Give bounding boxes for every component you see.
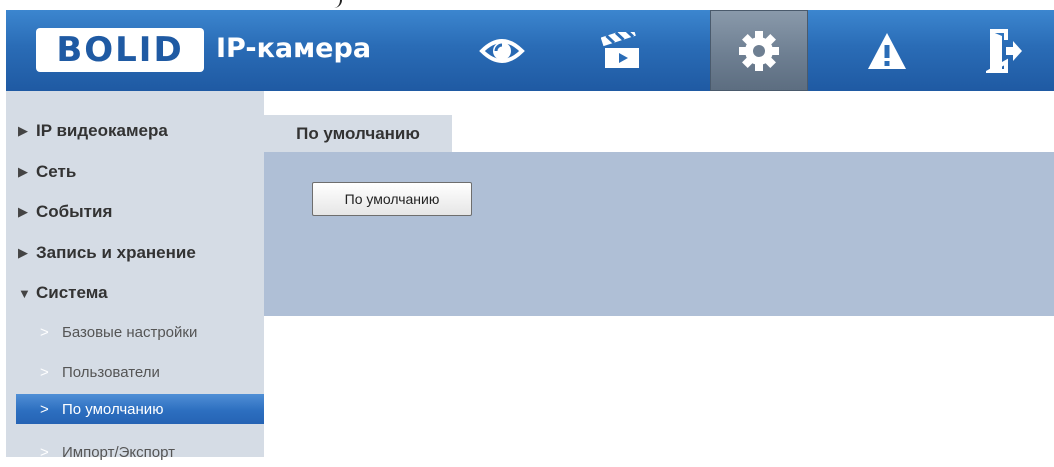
brand-logo: BOLID bbox=[36, 28, 204, 72]
chevron-right-icon: > bbox=[40, 323, 49, 341]
triangle-right-icon: ▶ bbox=[18, 204, 28, 219]
sidebar-subitem-import-export[interactable]: > Импорт/Экспорт bbox=[16, 437, 264, 467]
triangle-right-icon: ▶ bbox=[18, 245, 28, 260]
sidebar-subitem-label: Импорт/Экспорт bbox=[62, 443, 175, 461]
nav-playback-button[interactable] bbox=[572, 10, 670, 91]
sidebar-subitem-label: Базовые настройки bbox=[62, 323, 198, 341]
nav-live-view-button[interactable] bbox=[453, 10, 551, 91]
sidebar-subitem-default[interactable]: > По умолчанию bbox=[16, 394, 264, 424]
chevron-right-icon: > bbox=[40, 443, 49, 461]
nav-logout-button[interactable] bbox=[956, 10, 1054, 91]
logo-text: BOLID bbox=[56, 30, 184, 70]
nav-alarm-button[interactable] bbox=[838, 10, 936, 91]
sidebar-subitem-label: По умолчанию bbox=[62, 400, 164, 418]
sidebar-item-events[interactable]: ▶ События bbox=[18, 200, 112, 224]
restore-default-button[interactable]: По умолчанию bbox=[312, 182, 472, 216]
chevron-right-icon: > bbox=[40, 400, 49, 418]
sidebar-item-label: События bbox=[36, 202, 113, 221]
sidebar: ▶ IP видеокамера ▶ Сеть ▶ События ▶ Запи… bbox=[6, 91, 264, 461]
cropped-artifact bbox=[330, 0, 342, 8]
sidebar-item-ip-camera[interactable]: ▶ IP видеокамера bbox=[18, 119, 168, 143]
nav-settings-button[interactable] bbox=[710, 10, 808, 91]
logout-icon bbox=[986, 28, 1022, 73]
main-content: По умолчанию По умолчанию bbox=[264, 91, 1054, 457]
app-title: IP-камера bbox=[216, 33, 372, 64]
warning-icon bbox=[868, 32, 906, 69]
sidebar-subitem-users[interactable]: > Пользователи bbox=[16, 357, 264, 387]
sidebar-item-label: Запись и хранение bbox=[36, 243, 196, 262]
sidebar-item-network[interactable]: ▶ Сеть bbox=[18, 160, 76, 184]
sidebar-item-system[interactable]: ▼ Система bbox=[18, 281, 108, 305]
chevron-right-icon: > bbox=[40, 363, 49, 381]
settings-panel: По умолчанию bbox=[264, 152, 1054, 316]
app-header: BOLID IP-камера bbox=[6, 10, 1054, 91]
sidebar-item-label: Сеть bbox=[36, 162, 77, 181]
gear-icon bbox=[739, 30, 779, 71]
sidebar-item-label: Система bbox=[36, 283, 108, 302]
triangle-right-icon: ▶ bbox=[18, 123, 28, 138]
triangle-right-icon: ▶ bbox=[18, 164, 28, 179]
sidebar-subitem-basic-settings[interactable]: > Базовые настройки bbox=[16, 317, 264, 347]
clapperboard-icon bbox=[601, 31, 639, 68]
top-edge bbox=[0, 0, 1054, 10]
sidebar-item-label: IP видеокамера bbox=[36, 121, 168, 140]
triangle-down-icon: ▼ bbox=[18, 285, 31, 301]
eye-icon bbox=[479, 38, 525, 63]
tab-default[interactable]: По умолчанию bbox=[264, 115, 452, 152]
sidebar-subitem-label: Пользователи bbox=[62, 363, 160, 381]
sidebar-item-storage[interactable]: ▶ Запись и хранение bbox=[18, 241, 196, 265]
